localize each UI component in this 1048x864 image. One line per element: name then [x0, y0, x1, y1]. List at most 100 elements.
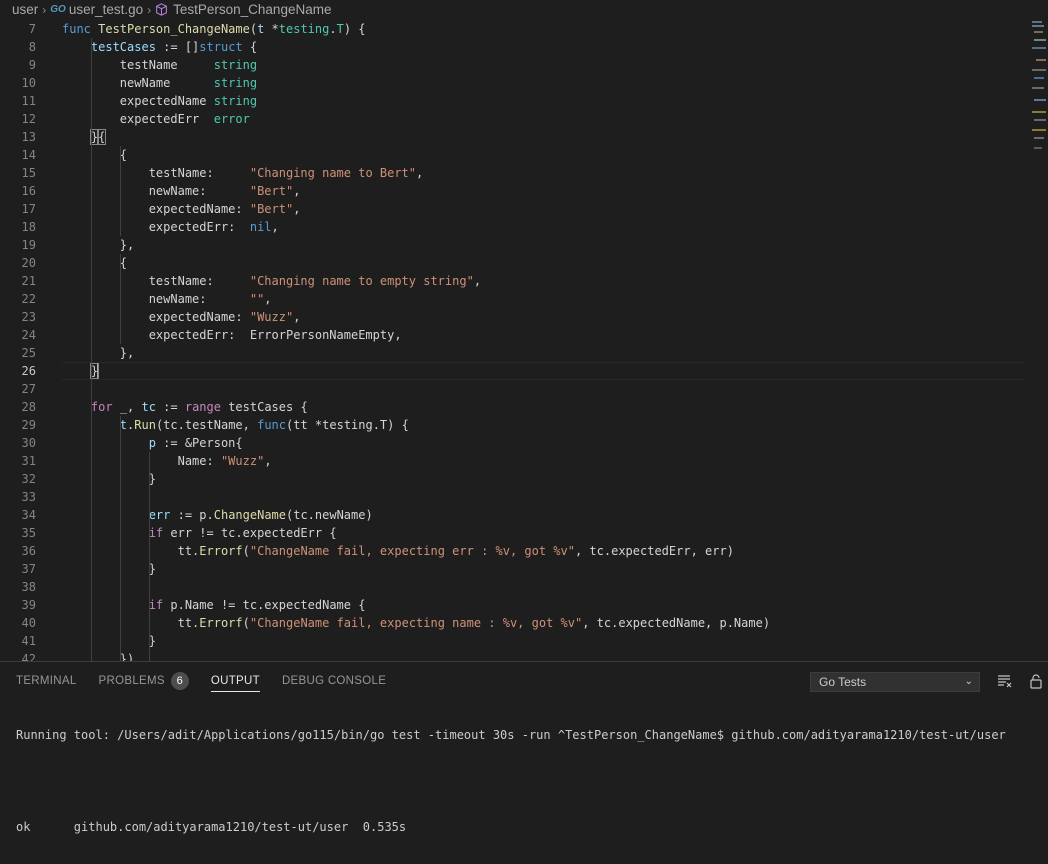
code-line[interactable]: 26 } [0, 362, 1024, 380]
code-token: . [329, 22, 337, 36]
code-line[interactable]: 19 }, [0, 236, 1024, 254]
code-line[interactable]: 13 }{ [0, 128, 1024, 146]
code-line[interactable]: 11 expectedName string [0, 92, 1024, 110]
tab-output[interactable]: OUTPUT [210, 662, 261, 700]
output-channel-select[interactable]: Go Tests ⌄ [810, 672, 980, 692]
code-text: tt.Errorf("ChangeName fail, expecting er… [62, 542, 734, 560]
output-content: Running tool: /Users/adit/Applications/g… [16, 698, 1006, 864]
code-token: tt. [62, 616, 200, 630]
code-token: } [62, 472, 156, 486]
code-line[interactable]: 18 expectedErr: nil, [0, 218, 1024, 236]
code-token: _, [112, 400, 142, 414]
code-token: p [148, 436, 156, 450]
bottom-panel: TERMINAL PROBLEMS 6 OUTPUT DEBUG CONSOLE … [0, 661, 1048, 834]
code-line[interactable]: 9 testName string [0, 56, 1024, 74]
code-line[interactable]: 33 [0, 488, 1024, 506]
code-line[interactable]: 17 expectedName: "Bert", [0, 200, 1024, 218]
code-token: , [293, 184, 301, 198]
breadcrumb-symbol[interactable]: TestPerson_ChangeName [173, 2, 331, 17]
code-token: , [271, 220, 279, 234]
code-token: expectedErr: ErrorPersonNameEmpty, [62, 328, 402, 342]
code-token: string [213, 58, 258, 72]
problems-count-badge: 6 [170, 672, 189, 690]
code-line[interactable]: 40 tt.Errorf("ChangeName fail, expecting… [0, 614, 1024, 632]
breadcrumb-file[interactable]: user_test.go [69, 2, 143, 17]
code-line[interactable]: 15 testName: "Changing name to Bert", [0, 164, 1024, 182]
code-text: expectedErr: ErrorPersonNameEmpty, [62, 326, 402, 344]
line-number: 28 [21, 400, 36, 414]
code-line[interactable]: 38 [0, 578, 1024, 596]
line-number: 41 [21, 634, 36, 648]
code-line[interactable]: 12 expectedErr error [0, 110, 1024, 128]
code-token: p.Name != tc.expectedName { [163, 598, 366, 612]
code-line[interactable]: 10 newName string [0, 74, 1024, 92]
code-token: (tc.newName) [286, 508, 373, 522]
code-line[interactable]: 23 expectedName: "Wuzz", [0, 308, 1024, 326]
code-line[interactable]: 21 testName: "Changing name to empty str… [0, 272, 1024, 290]
code-line[interactable]: 39 if p.Name != tc.expectedName { [0, 596, 1024, 614]
code-line[interactable]: 28 for _, tc := range testCases { [0, 398, 1024, 416]
line-number: 11 [21, 94, 36, 108]
code-line[interactable]: 22 newName: "", [0, 290, 1024, 308]
code-text: }, [62, 236, 134, 254]
code-line[interactable]: 14 { [0, 146, 1024, 164]
go-icon: GO [50, 4, 66, 15]
code-line[interactable]: 41 } [0, 632, 1024, 650]
line-number: 7 [28, 22, 36, 36]
code-token: "Changing name to empty string" [249, 274, 474, 288]
code-token: "Bert" [249, 184, 294, 198]
code-token: t [119, 418, 128, 432]
code-line[interactable]: 20 { [0, 254, 1024, 272]
code-token: "" [249, 292, 265, 306]
indent-guide [148, 452, 150, 661]
tab-terminal[interactable]: TERMINAL [16, 662, 77, 700]
line-number: 26 [21, 364, 36, 378]
code-line[interactable]: 36 tt.Errorf("ChangeName fail, expecting… [0, 542, 1024, 560]
breadcrumb-folder[interactable]: user [12, 2, 38, 17]
code-token: ChangeName [213, 508, 286, 522]
minimap[interactable] [1030, 19, 1048, 661]
code-token: }, [62, 346, 135, 360]
code-line[interactable]: 27 [0, 380, 1024, 398]
code-line[interactable]: 30 p := &Person{ [0, 434, 1024, 452]
code-line[interactable]: 7 func TestPerson_ChangeName(t *testing.T… [0, 20, 1024, 38]
tab-problems[interactable]: PROBLEMS 6 [99, 662, 189, 700]
code-editor[interactable]: 7 func TestPerson_ChangeName(t *testing.T… [0, 19, 1048, 661]
code-token: tc [141, 400, 156, 414]
line-number: 22 [21, 292, 36, 306]
indent-guide [90, 38, 92, 661]
lock-scroll-icon[interactable] [1028, 673, 1044, 689]
code-line[interactable]: 25 }, [0, 344, 1024, 362]
code-line[interactable]: 24 expectedErr: ErrorPersonNameEmpty, [0, 326, 1024, 344]
code-token: , [293, 202, 301, 216]
code-line[interactable]: 34 err := p.ChangeName(tc.newName) [0, 506, 1024, 524]
code-token: * [264, 22, 279, 36]
code-line[interactable]: 8 testCases := []struct { [0, 38, 1024, 56]
code-text: Name: "Wuzz", [62, 452, 272, 470]
code-text: }{ [62, 128, 107, 146]
code-line[interactable]: 31 Name: "Wuzz", [0, 452, 1024, 470]
code-token: , [293, 310, 301, 324]
code-line[interactable]: 42 }) [0, 650, 1024, 661]
code-token: TestPerson_ChangeName [98, 22, 250, 36]
code-line[interactable]: 35 if err != tc.expectedErr { [0, 524, 1024, 542]
tab-debug-console[interactable]: DEBUG CONSOLE [282, 662, 386, 700]
code-token: } [62, 634, 156, 648]
line-number: 36 [21, 544, 36, 558]
current-line-highlight [62, 362, 1024, 380]
code-line[interactable]: 16 newName: "Bert", [0, 182, 1024, 200]
code-token: "Bert" [249, 202, 294, 216]
code-token: } [62, 562, 156, 576]
clear-output-icon[interactable] [996, 673, 1012, 689]
code-text: newName: "", [62, 290, 272, 308]
chevron-right-icon: › [42, 2, 47, 17]
chevron-down-icon: ⌄ [964, 676, 973, 687]
code-line[interactable]: 37 } [0, 560, 1024, 578]
chevron-right-icon: › [147, 2, 152, 17]
code-line[interactable]: 32 } [0, 470, 1024, 488]
code-line[interactable]: 29 t.Run(tc.testName, func(tt *testing.T… [0, 416, 1024, 434]
